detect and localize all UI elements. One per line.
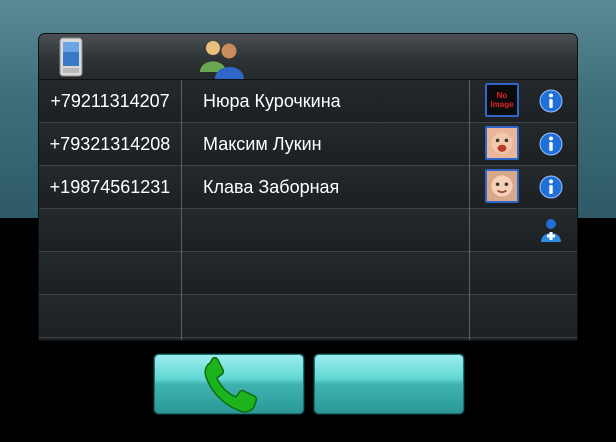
table-row[interactable]: +79211314207 Нюра Курочкина No Image <box>39 80 577 123</box>
table-row[interactable]: +79321314208 Максим Лукин <box>39 123 577 166</box>
info-icon[interactable] <box>539 175 563 199</box>
table-row-empty <box>39 252 577 295</box>
info-icon[interactable] <box>539 132 563 156</box>
avatar-placeholder-text: Image <box>490 100 514 109</box>
mobile-phone-icon[interactable] <box>57 37 87 77</box>
contacts-panel: +79211314207 Нюра Курочкина No Image +79… <box>39 34 577 340</box>
phone-handset-icon <box>204 357 258 413</box>
panel-header <box>39 34 577 80</box>
contact-phone[interactable]: +79211314207 <box>39 80 181 122</box>
table-row-empty <box>39 295 577 338</box>
contact-phone[interactable]: +19874561231 <box>39 166 181 208</box>
contact-avatar-photo <box>485 169 519 203</box>
call-button[interactable] <box>154 354 304 414</box>
contacts-table: +79211314207 Нюра Курочкина No Image +79… <box>39 80 577 340</box>
contact-name[interactable]: Клава Заборная <box>203 166 463 208</box>
contact-avatar-photo <box>485 126 519 160</box>
table-row-empty <box>39 209 577 252</box>
info-icon[interactable] <box>539 89 563 113</box>
column-divider <box>181 80 182 340</box>
contact-name[interactable]: Максим Лукин <box>203 123 463 165</box>
avatar-placeholder-text: No <box>496 91 508 100</box>
contact-phone[interactable]: +79321314208 <box>39 123 181 165</box>
add-contact-icon[interactable] <box>539 217 563 243</box>
contact-avatar-noimage: No Image <box>485 83 519 117</box>
table-row[interactable]: +19874561231 Клава Заборная <box>39 166 577 209</box>
column-divider <box>469 80 470 340</box>
contacts-icon[interactable] <box>197 36 249 80</box>
contact-name[interactable]: Нюра Курочкина <box>203 80 463 122</box>
secondary-action-button[interactable] <box>314 354 464 414</box>
